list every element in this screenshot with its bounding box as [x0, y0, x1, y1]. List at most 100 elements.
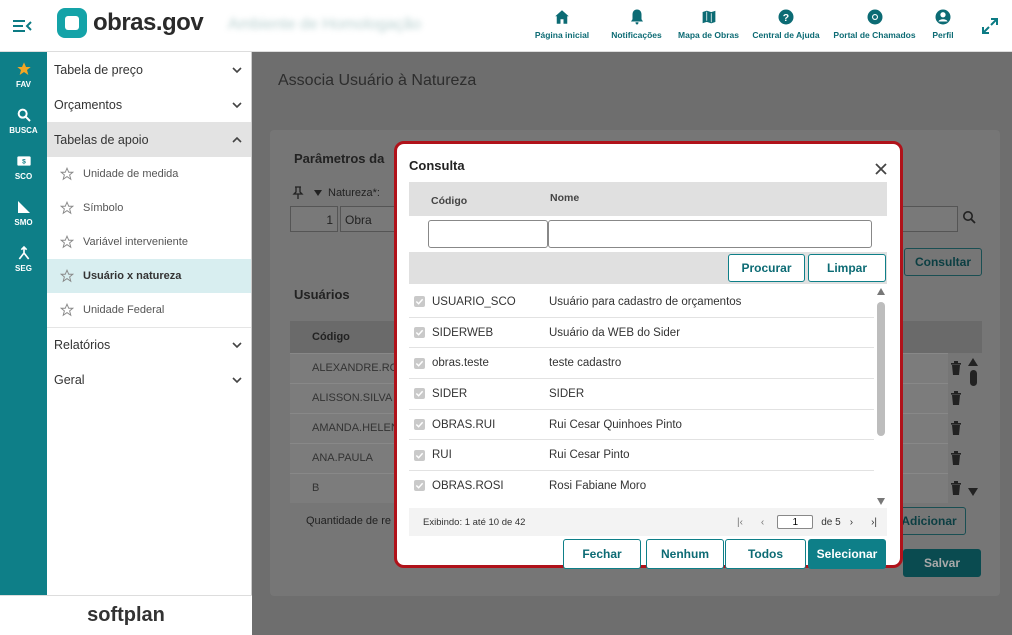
sidebar-item-unidade-federal[interactable]: Unidade Federal: [47, 293, 251, 327]
expand-icon[interactable]: [980, 16, 1000, 36]
checkbox[interactable]: [414, 480, 425, 492]
consultar-button[interactable]: Consultar: [904, 248, 982, 276]
sidebar-item-variavel-interveniente[interactable]: Variável interveniente: [47, 225, 251, 259]
nav-home[interactable]: Página inicial: [524, 8, 600, 40]
scroll-down-icon[interactable]: [877, 498, 885, 505]
module-label: BUSCA: [9, 126, 38, 135]
sidebar-item-unidade-medida[interactable]: Unidade de medida: [47, 157, 251, 191]
trash-icon[interactable]: [950, 391, 962, 405]
scroll-thumb[interactable]: [970, 370, 977, 386]
sidebar-item-usuario-natureza[interactable]: Usuário x natureza: [47, 259, 251, 293]
star-outline-icon[interactable]: [60, 167, 74, 181]
scroll-down-icon[interactable]: [968, 488, 978, 496]
search-icon[interactable]: [962, 210, 976, 224]
pin-icon[interactable]: [292, 186, 304, 200]
app-logo[interactable]: obras.gov: [57, 8, 204, 38]
nav-label: Mapa de Obras: [678, 30, 739, 40]
adicionar-button[interactable]: Adicionar: [892, 507, 966, 535]
module-busca[interactable]: BUSCA: [0, 98, 47, 144]
checkbox[interactable]: [414, 388, 425, 400]
checkbox[interactable]: [414, 296, 425, 308]
user-icon: [935, 9, 951, 25]
page-number-input[interactable]: [777, 515, 814, 529]
logo-text: obras.gov: [93, 9, 204, 36]
sidebar-section-label: Relatórios: [54, 338, 111, 352]
sidebar-section-tabelas-apoio[interactable]: Tabelas de apoio: [47, 122, 251, 157]
module-label: SCO: [14, 172, 33, 181]
nav-label: Página inicial: [534, 30, 590, 40]
close-icon[interactable]: [874, 162, 888, 176]
sidebar: Tabela de preço Orçamentos Tabelas de ap…: [47, 52, 252, 635]
modal-pagination-bar: Exibindo: 1 até 10 de 42 |‹ ‹ de 5 › ›|: [409, 508, 887, 536]
fechar-button[interactable]: Fechar: [563, 539, 641, 569]
chevron-down-icon: [232, 66, 242, 73]
first-page-icon[interactable]: |‹: [737, 517, 743, 528]
nav-support-portal[interactable]: Portal de Chamados: [828, 8, 921, 40]
codigo-filter-input[interactable]: [428, 220, 548, 248]
star-outline-icon[interactable]: [60, 269, 74, 283]
sidebar-section-tabela-preco[interactable]: Tabela de preço: [47, 52, 251, 87]
sidebar-section-orcamentos[interactable]: Orçamentos: [47, 87, 251, 122]
natureza-name-input[interactable]: Obra: [340, 206, 396, 232]
checkbox[interactable]: [414, 327, 425, 339]
users-table-scrollbar[interactable]: [968, 358, 978, 498]
star-outline-icon[interactable]: [60, 303, 74, 317]
consulta-modal: Consulta Código Nome Procurar Limpar USU…: [394, 141, 903, 569]
natureza-code-input[interactable]: 1: [290, 206, 338, 232]
list-item[interactable]: SIDERWEB Usuário da WEB do Sider: [409, 318, 874, 349]
checkbox[interactable]: [414, 357, 425, 369]
trash-icon[interactable]: [950, 451, 962, 465]
module-label: SEG: [15, 264, 32, 273]
limpar-button[interactable]: Limpar: [808, 254, 886, 282]
module-seg[interactable]: SEG: [0, 236, 47, 282]
chevron-up-icon: [232, 136, 242, 143]
next-page-icon[interactable]: ›: [850, 517, 853, 528]
check-icon: [415, 452, 424, 459]
modal-filter-row: [409, 216, 887, 252]
module-smo[interactable]: SMO: [0, 190, 47, 236]
selecionar-button[interactable]: Selecionar: [808, 539, 886, 569]
scroll-up-icon[interactable]: [877, 288, 885, 295]
natureza-lookup-input[interactable]: [902, 206, 958, 232]
module-sco[interactable]: $ SCO: [0, 144, 47, 190]
star-outline-icon[interactable]: [60, 201, 74, 215]
nenhum-button[interactable]: Nenhum: [646, 539, 724, 569]
row-nome: Rui Cesar Quinhoes Pinto: [549, 418, 682, 431]
home-icon: [555, 10, 569, 24]
sidebar-section-relatorios[interactable]: Relatórios: [47, 327, 251, 362]
quantidade-label: Quantidade de re: [306, 515, 392, 527]
trash-icon[interactable]: [950, 421, 962, 435]
sidebar-item-label: Unidade Federal: [83, 304, 165, 316]
todos-button[interactable]: Todos: [725, 539, 806, 569]
nav-notifications[interactable]: Notificações: [600, 8, 673, 40]
list-item[interactable]: USUARIO_SCO Usuário para cadastro de orç…: [409, 287, 874, 318]
nav-map[interactable]: Mapa de Obras: [673, 8, 744, 40]
modal-list-scrollbar[interactable]: [876, 288, 886, 506]
trash-icon[interactable]: [950, 481, 962, 495]
checkbox[interactable]: [414, 449, 425, 461]
last-page-icon[interactable]: ›|: [871, 517, 877, 528]
procurar-button[interactable]: Procurar: [728, 254, 805, 282]
sidebar-section-geral[interactable]: Geral: [47, 362, 251, 397]
sco-icon: $: [16, 156, 31, 166]
module-fav[interactable]: FAV: [0, 52, 47, 98]
page-total-label: de 5: [821, 516, 841, 528]
nav-profile[interactable]: Perfil: [921, 8, 965, 40]
exibindo-label: Exibindo: 1 até 10 de 42: [423, 517, 526, 528]
salvar-button[interactable]: Salvar: [903, 549, 981, 577]
list-item[interactable]: SIDER SIDER: [409, 379, 874, 410]
prev-page-icon[interactable]: ‹: [761, 517, 764, 528]
star-outline-icon[interactable]: [60, 235, 74, 249]
menu-toggle-icon[interactable]: [12, 16, 32, 36]
checkbox[interactable]: [414, 419, 425, 431]
scroll-thumb[interactable]: [877, 302, 885, 436]
sidebar-item-simbolo[interactable]: Símbolo: [47, 191, 251, 225]
list-item[interactable]: OBRAS.RUI Rui Cesar Quinhoes Pinto: [409, 410, 874, 441]
list-item[interactable]: obras.teste teste cadastro: [409, 348, 874, 380]
trash-icon[interactable]: [950, 361, 962, 375]
scroll-up-icon[interactable]: [968, 358, 978, 366]
list-item[interactable]: OBRAS.ROSI Rosi Fabiane Moro: [409, 471, 874, 500]
nome-filter-input[interactable]: [548, 220, 872, 248]
nav-help[interactable]: ? Central de Ajuda: [744, 8, 828, 40]
list-item[interactable]: RUI Rui Cesar Pinto: [409, 440, 874, 472]
